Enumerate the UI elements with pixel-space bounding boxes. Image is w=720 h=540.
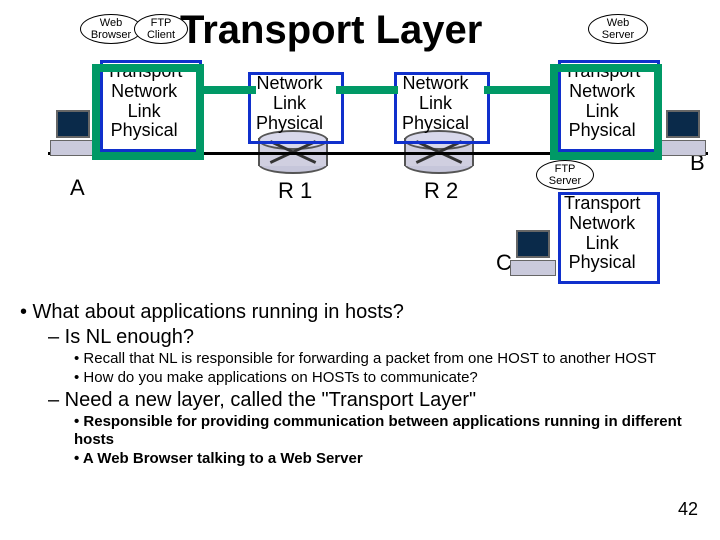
computer-icon — [510, 230, 556, 276]
web-server-label: WebServer — [588, 14, 648, 44]
computer-icon — [50, 110, 96, 156]
layer-link: Link — [564, 234, 640, 254]
transport-path — [196, 64, 204, 160]
host-b-stack: Transport Network Link Physical — [564, 62, 640, 141]
layer-network: Network — [256, 74, 323, 94]
ftp-client-label: FTPClient — [134, 14, 188, 44]
layer-physical: Physical — [106, 121, 182, 141]
bullet-q1a2: • How do you make applications on HOSTs … — [74, 369, 700, 388]
router1-stack: Network Link Physical — [256, 74, 323, 133]
transport-path — [196, 86, 256, 94]
layer-link: Link — [564, 102, 640, 122]
transport-path — [550, 64, 662, 72]
bullet-q1b: – Need a new layer, called the "Transpor… — [48, 388, 700, 413]
layer-network: Network — [564, 82, 640, 102]
layer-link: Link — [106, 102, 182, 122]
node-a-label: A — [70, 175, 85, 201]
transport-path — [336, 86, 398, 94]
host-c-stack: Transport Network Link Physical — [564, 194, 640, 273]
slide-title: Transport Layer — [180, 8, 482, 53]
router1-label: R 1 — [278, 178, 312, 204]
transport-path — [92, 152, 204, 160]
layer-transport: Transport — [564, 194, 640, 214]
layer-physical: Physical — [402, 114, 469, 134]
bullet-block: • What about applications running in hos… — [20, 300, 700, 469]
transport-path — [654, 64, 662, 160]
bullet-q1b-pre: – Need a new layer, called the — [48, 389, 322, 411]
layer-network: Network — [402, 74, 469, 94]
layer-network: Network — [564, 214, 640, 234]
host-a-stack: Transport Network Link Physical — [106, 62, 182, 141]
ftp-server-label: FTPServer — [536, 160, 594, 190]
bullet-q1: • What about applications running in hos… — [20, 300, 700, 325]
computer-icon — [660, 110, 706, 156]
router2-stack: Network Link Physical — [402, 74, 469, 133]
bullet-q1a1: • Recall that NL is responsible for forw… — [74, 350, 700, 369]
layer-link: Link — [402, 94, 469, 114]
transport-path — [550, 64, 558, 160]
bullet-q1b-quote: "Transport Layer" — [322, 389, 477, 411]
layer-network: Network — [106, 82, 182, 102]
web-browser-label: WebBrowser — [80, 14, 142, 44]
layer-link: Link — [256, 94, 323, 114]
router2-label: R 2 — [424, 178, 458, 204]
layer-physical: Physical — [256, 114, 323, 134]
page-number: 42 — [678, 499, 698, 520]
transport-path — [550, 152, 662, 160]
transport-path — [92, 64, 100, 160]
bullet-q1a: – Is NL enough? — [48, 325, 700, 350]
transport-path — [92, 64, 204, 72]
layer-physical: Physical — [564, 253, 640, 273]
bullet-q1b1: • Responsible for providing communicatio… — [74, 413, 700, 451]
bullet-q1b2: • A Web Browser talking to a Web Server — [74, 450, 700, 469]
layer-physical: Physical — [564, 121, 640, 141]
transport-path — [484, 86, 558, 94]
